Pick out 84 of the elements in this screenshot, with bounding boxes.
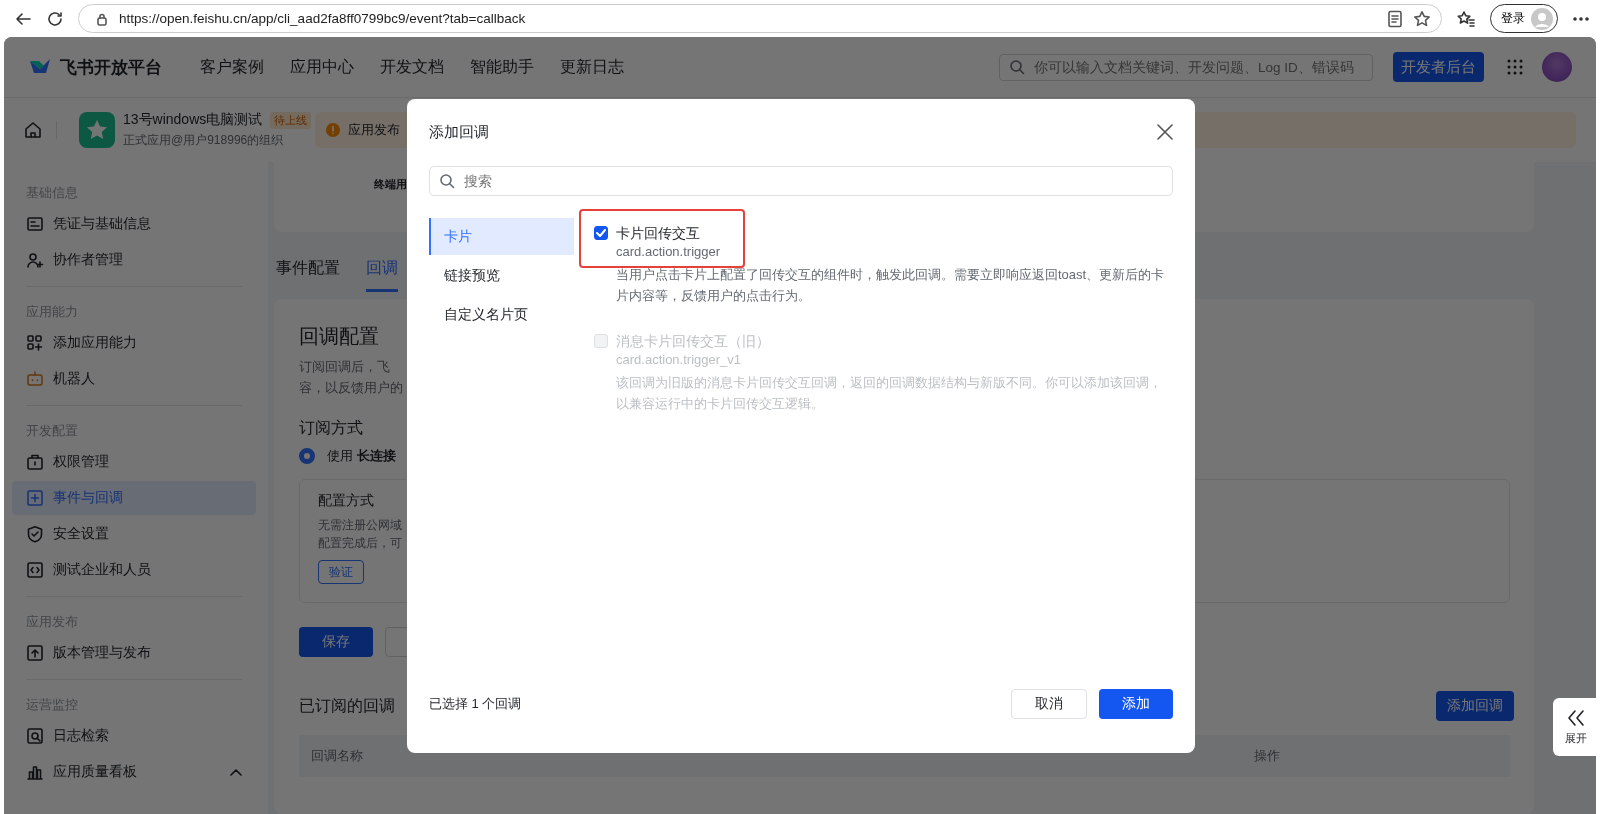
sidebar-item[interactable]: 机器人 [12, 362, 256, 396]
sidebar-item[interactable]: 日志检索 [12, 719, 256, 753]
app-subtitle: 正式应用@用户918996的组织 [123, 132, 285, 149]
sidebar-item[interactable]: 应用质量看板 [12, 755, 256, 789]
app-name: 13号windows电脑测试 [123, 111, 263, 129]
nav-link[interactable]: 智能助手 [470, 56, 534, 78]
save-button[interactable]: 保存 [299, 627, 373, 657]
verify-button[interactable]: 验证 [318, 560, 364, 584]
robot-icon [26, 370, 44, 388]
nav-link[interactable]: 更新日志 [560, 56, 624, 78]
nav-link[interactable]: 应用中心 [290, 56, 354, 78]
dialog-title: 添加回调 [429, 122, 489, 142]
code-icon [26, 561, 44, 579]
sidebar-item[interactable]: 添加应用能力 [12, 326, 256, 360]
reload-icon[interactable] [46, 9, 64, 28]
radio-button[interactable] [299, 448, 315, 464]
upload-icon [26, 644, 44, 662]
warning-icon [325, 122, 342, 138]
category-item[interactable]: 卡片 [429, 218, 574, 255]
check-icon [596, 229, 606, 237]
callback-name: 卡片回传交互 [616, 224, 701, 242]
nav-link[interactable]: 客户案例 [200, 56, 264, 78]
category-item[interactable]: 链接预览 [429, 257, 574, 294]
callback-event: card.action.trigger [616, 243, 721, 261]
callback-description: 该回调为旧版的消息卡片回传交互回调，返回的回调数据结构与新版不同。你可以添加该回调，以兼容运行中的卡片回传交互逻辑。 [615, 374, 1163, 413]
sidebar-item[interactable]: 版本管理与发布 [12, 636, 256, 670]
sidebar-item[interactable]: 事件与回调 [12, 481, 256, 515]
sidebar-item[interactable]: 权限管理 [12, 445, 256, 479]
home-icon[interactable] [24, 121, 42, 139]
reader-icon[interactable] [1387, 9, 1403, 28]
add-button[interactable]: 添加 [1099, 689, 1173, 719]
apps-grid-icon[interactable] [1506, 58, 1524, 76]
console-button[interactable]: 开发者后台 [1393, 52, 1484, 82]
favorites-icon[interactable] [1456, 9, 1476, 28]
star-icon[interactable] [1413, 9, 1431, 28]
log-search-icon [26, 727, 44, 745]
sidebar-item[interactable]: 协作者管理 [12, 243, 256, 277]
tab[interactable]: 事件配置 [276, 252, 340, 292]
sidebar-item[interactable]: 测试企业和人员 [12, 553, 256, 587]
avatar-icon [1531, 7, 1553, 30]
lock-icon [95, 11, 109, 26]
search-field[interactable]: 搜索 [429, 166, 1173, 196]
search-icon [1009, 59, 1025, 75]
column-header: 操作 [1254, 747, 1280, 765]
description-text: 订阅回调后，飞 [299, 358, 390, 376]
login-button[interactable]: 登录 [1490, 4, 1558, 33]
expand-button[interactable]: 展开 [1553, 698, 1599, 756]
section-heading: 回调配置 [299, 324, 379, 349]
person-add-icon [26, 251, 44, 269]
column-header: 回调名称 [311, 747, 363, 765]
bar-chart-icon [26, 763, 44, 781]
callback-event: card.action.trigger_v1 [616, 351, 742, 369]
close-icon[interactable] [1157, 124, 1173, 140]
selection-count: 已选择 1 个回调 [429, 695, 522, 713]
sidebar-item[interactable]: 凭证与基础信息 [12, 207, 256, 241]
checkbox[interactable] [594, 226, 608, 240]
user-avatar[interactable] [1542, 52, 1572, 82]
cancel-button[interactable]: 取消 [1011, 689, 1087, 719]
sidebar-item[interactable]: 安全设置 [12, 517, 256, 551]
search-icon [439, 172, 455, 189]
grid-plus-icon [26, 334, 44, 352]
search-field[interactable]: 你可以输入文档关键词、开发问题、Log ID、错误码 [999, 53, 1373, 81]
subsection-heading: 已订阅的回调 [299, 695, 395, 716]
plus-square-icon [26, 489, 44, 507]
radio-label: 使用 长连接 [327, 447, 396, 465]
panel-text: 配置完成后，可 [318, 535, 403, 552]
card-text: 终端用 [374, 178, 407, 190]
double-chevron-icon [1566, 708, 1586, 727]
nav-link[interactable]: 开发文档 [380, 56, 444, 78]
brand-name[interactable]: 飞书开放平台 [60, 55, 162, 79]
app-icon [79, 112, 115, 148]
callback-name: 消息卡片回传交互（旧） [616, 332, 770, 350]
shield-icon [26, 525, 44, 543]
panel-text: 无需注册公网域 [318, 517, 403, 534]
tab[interactable]: 回调 [366, 252, 398, 292]
category-item[interactable]: 自定义名片页 [429, 296, 574, 333]
card-icon [26, 215, 44, 233]
subsection-heading: 订阅方式 [299, 418, 363, 438]
status-tag: 待上线 [270, 111, 312, 129]
description-text: 容，以反馈用户的 [299, 379, 403, 397]
callback-description: 当用户点击卡片上配置了回传交互的组件时，触发此回调。需要立即响应返回toast、更新后的卡片内容等，反馈用户的点击行为。 [615, 266, 1166, 305]
panel-title: 配置方式 [318, 492, 375, 510]
add-callback-button[interactable]: 添加回调 [1436, 691, 1514, 721]
briefcase-icon [26, 453, 44, 471]
